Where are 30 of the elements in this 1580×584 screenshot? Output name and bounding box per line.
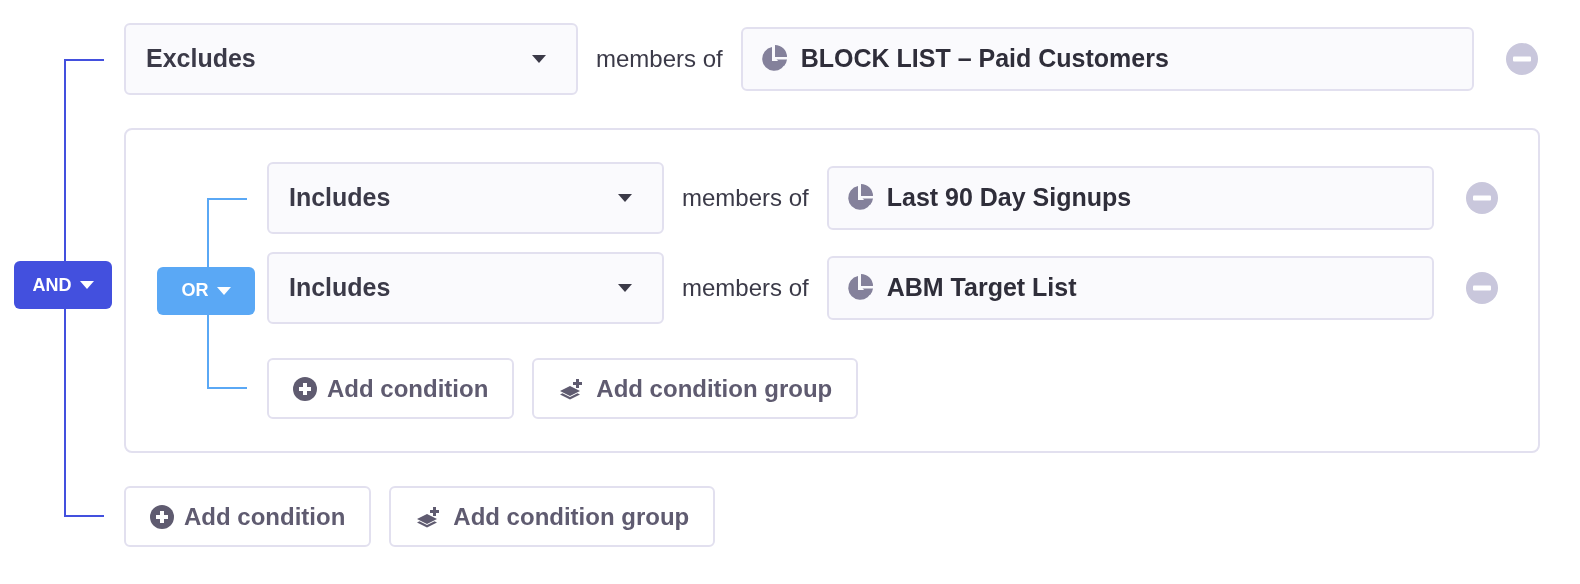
connector-label: members of — [596, 44, 723, 74]
segment-field[interactable]: Last 90 Day Signups — [826, 166, 1434, 230]
segment-value: ABM Target List — [886, 272, 1077, 304]
caret-icon — [532, 55, 546, 63]
segment-value: BLOCK LIST – Paid Customers — [800, 43, 1169, 75]
mode-value: Excludes — [146, 43, 256, 75]
mode-select[interactable]: Includes — [267, 252, 664, 324]
mode-select[interactable]: Excludes — [124, 23, 578, 95]
caret-icon — [618, 284, 632, 292]
plus-circle-icon — [150, 504, 174, 529]
segment-field[interactable]: BLOCK LIST – Paid Customers — [740, 27, 1474, 91]
caret-icon — [79, 281, 94, 289]
add-condition-button[interactable]: Add condition — [124, 486, 372, 547]
caret-icon — [216, 286, 231, 295]
remove-icon[interactable] — [1464, 270, 1500, 306]
connector-label: members of — [682, 273, 809, 303]
remove-icon[interactable] — [1464, 180, 1500, 216]
mode-value: Includes — [289, 182, 391, 214]
remove-icon[interactable] — [1504, 41, 1540, 77]
plus-circle-icon — [293, 376, 317, 401]
segment-field[interactable]: ABM Target List — [826, 256, 1434, 320]
add-group-button[interactable]: Add condition group — [532, 358, 859, 419]
mode-select[interactable]: Includes — [267, 162, 664, 234]
caret-icon — [618, 194, 632, 202]
add-condition-button[interactable]: Add condition — [267, 358, 515, 419]
add-group-button[interactable]: Add condition group — [389, 486, 716, 547]
operator-dropdown[interactable]: AND — [14, 261, 112, 309]
mode-value: Includes — [289, 272, 391, 304]
segment-value: Last 90 Day Signups — [886, 182, 1132, 214]
connector-label: members of — [682, 183, 809, 213]
